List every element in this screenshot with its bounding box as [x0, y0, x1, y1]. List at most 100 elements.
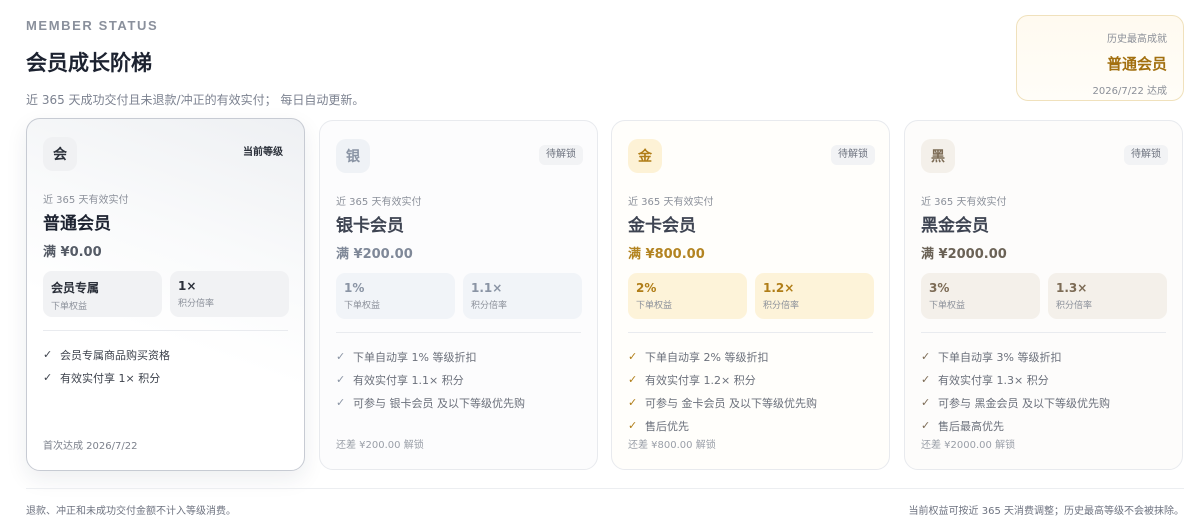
tier-name: 普通会员 [43, 214, 111, 234]
threshold-caption: 近 365 天有效实付 [921, 197, 1007, 208]
threshold-caption: 近 365 天有效实付 [336, 197, 422, 208]
stat-value: 3% [929, 281, 950, 295]
stat-value: 1.1× [471, 281, 503, 295]
perk-text: 售后最高优先 [938, 419, 1004, 433]
points-multiplier-stat: 1.2× 积分倍率 [755, 273, 874, 319]
footer-note-right: 当前权益可按近 365 天消费调整；历史最高等级不会被抹除。 [908, 506, 1184, 517]
threshold-caption: 近 365 天有效实付 [628, 197, 714, 208]
order-benefit-stat: 1% 下单权益 [336, 273, 455, 319]
order-benefit-stat: 3% 下单权益 [921, 273, 1040, 319]
page-header: MEMBER STATUS 会员成长阶梯 近 365 天成功交付且未退款/冲正的… [26, 18, 364, 108]
perk-text: 有效实付享 1.2× 积分 [645, 373, 756, 387]
check-icon: ✓ [628, 373, 638, 386]
stat-label: 下单权益 [929, 301, 966, 311]
points-multiplier-stat: 1.1× 积分倍率 [463, 273, 582, 319]
stat-label: 积分倍率 [178, 299, 215, 309]
status-badge: 待解锁 [1124, 145, 1168, 165]
perk-list: ✓ 下单自动享 2% 等级折扣 ✓ 有效实付享 1.2× 积分 ✓ 可参与 金卡会员 … [628, 345, 817, 437]
eyebrow-label: MEMBER STATUS [26, 18, 159, 33]
points-multiplier-stat: 1.3× 积分倍率 [1048, 273, 1167, 319]
tier-badge-icon: 会 [43, 137, 77, 171]
perk-item: ✓ 售后最高优先 [921, 414, 1110, 437]
check-icon: ✓ [921, 396, 931, 409]
page-subtitle: 近 365 天成功交付且未退款/冲正的有效实付； 每日自动更新。 [26, 93, 365, 107]
perk-item: ✓ 售后优先 [628, 414, 817, 437]
tier-badge-icon: 黑 [921, 139, 955, 173]
perk-text: 售后优先 [645, 419, 689, 433]
tier-threshold: 满 ¥200.00 [336, 247, 413, 262]
tier-card-black-gold[interactable]: 黑 待解锁 近 365 天有效实付 黑金会员 满 ¥2000.00 3% 下单权… [904, 120, 1183, 470]
best-achievement-date: 2026/7/22 达成 [1092, 86, 1167, 97]
check-icon: ✓ [43, 348, 53, 361]
check-icon: ✓ [336, 396, 346, 409]
footer-divider [26, 488, 1184, 489]
tier-name: 黑金会员 [921, 216, 989, 236]
stat-value: 会员专属 [51, 281, 100, 295]
perk-text: 可参与 银卡会员 及以下等级优先购 [353, 396, 525, 410]
stat-value: 1% [344, 281, 365, 295]
card-divider [921, 332, 1166, 333]
check-icon: ✓ [921, 350, 931, 363]
best-achievement-card: 历史最高成就 普通会员 2026/7/22 达成 [1016, 15, 1184, 101]
order-benefit-stat: 2% 下单权益 [628, 273, 747, 319]
perk-item: ✓ 会员专属商品购买资格 [43, 343, 170, 366]
stat-value: 1.2× [763, 281, 795, 295]
stat-label: 下单权益 [636, 301, 673, 311]
status-badge: 待解锁 [831, 145, 875, 165]
perk-item: ✓ 有效实付享 1.3× 积分 [921, 368, 1110, 391]
card-divider [43, 330, 288, 331]
perk-item: ✓ 有效实付享 1× 积分 [43, 366, 170, 389]
perk-text: 可参与 金卡会员 及以下等级优先购 [645, 396, 817, 410]
perk-text: 有效实付享 1.3× 积分 [938, 373, 1049, 387]
perk-list: ✓ 下单自动享 1% 等级折扣 ✓ 有效实付享 1.1× 积分 ✓ 可参与 银卡会员 … [336, 345, 525, 414]
perk-item: ✓ 下单自动享 2% 等级折扣 [628, 345, 817, 368]
page-title: 会员成长阶梯 [26, 51, 152, 75]
check-icon: ✓ [43, 371, 53, 384]
perk-text: 会员专属商品购买资格 [60, 348, 170, 362]
tier-card-regular[interactable]: 会 当前等级 近 365 天有效实付 普通会员 满 ¥0.00 会员专属 下单权… [26, 118, 305, 471]
perk-item: ✓ 可参与 黑金会员 及以下等级优先购 [921, 391, 1110, 414]
tier-name: 金卡会员 [628, 216, 696, 236]
tier-badge-icon: 金 [628, 139, 662, 173]
tier-name: 银卡会员 [336, 216, 404, 236]
threshold-caption: 近 365 天有效实付 [43, 195, 129, 206]
tier-card-gold[interactable]: 金 待解锁 近 365 天有效实付 金卡会员 满 ¥800.00 2% 下单权益… [611, 120, 890, 470]
tier-threshold: 满 ¥0.00 [43, 245, 102, 260]
tier-badge-icon: 银 [336, 139, 370, 173]
perk-item: ✓ 有效实付享 1.1× 积分 [336, 368, 525, 391]
card-footer: 还差 ¥2000.00 解锁 [921, 440, 1016, 451]
check-icon: ✓ [921, 373, 931, 386]
tier-card-silver[interactable]: 银 待解锁 近 365 天有效实付 银卡会员 满 ¥200.00 1% 下单权益… [319, 120, 598, 470]
stat-label: 下单权益 [344, 301, 381, 311]
tier-cards: 会 当前等级 近 365 天有效实付 普通会员 满 ¥0.00 会员专属 下单权… [26, 118, 1186, 472]
card-footer: 还差 ¥800.00 解锁 [628, 440, 716, 451]
card-footer: 首次达成 2026/7/22 [43, 441, 138, 452]
perk-text: 下单自动享 3% 等级折扣 [938, 350, 1062, 364]
check-icon: ✓ [336, 350, 346, 363]
order-benefit-stat: 会员专属 下单权益 [43, 271, 162, 317]
perk-list: ✓ 会员专属商品购买资格 ✓ 有效实付享 1× 积分 [43, 343, 170, 389]
perk-item: ✓ 可参与 金卡会员 及以下等级优先购 [628, 391, 817, 414]
best-achievement-tier: 普通会员 [1106, 55, 1167, 73]
check-icon: ✓ [628, 350, 638, 363]
perk-text: 下单自动享 2% 等级折扣 [645, 350, 769, 364]
best-achievement-label: 历史最高成就 [1107, 34, 1167, 45]
stat-value: 1.3× [1056, 281, 1088, 295]
points-multiplier-stat: 1× 积分倍率 [170, 271, 289, 317]
perk-list: ✓ 下单自动享 3% 等级折扣 ✓ 有效实付享 1.3× 积分 ✓ 可参与 黑金会员 … [921, 345, 1110, 437]
stat-value: 2% [636, 281, 657, 295]
perk-text: 有效实付享 1× 积分 [60, 371, 161, 385]
stat-label: 积分倍率 [1056, 301, 1093, 311]
stat-label: 积分倍率 [763, 301, 800, 311]
perk-item: ✓ 下单自动享 3% 等级折扣 [921, 345, 1110, 368]
tier-threshold: 满 ¥800.00 [628, 247, 705, 262]
card-divider [336, 332, 581, 333]
check-icon: ✓ [628, 419, 638, 432]
check-icon: ✓ [921, 419, 931, 432]
status-badge: 待解锁 [539, 145, 583, 165]
card-footer: 还差 ¥200.00 解锁 [336, 440, 424, 451]
perk-text: 有效实付享 1.1× 积分 [353, 373, 464, 387]
stat-label: 积分倍率 [471, 301, 508, 311]
check-icon: ✓ [628, 396, 638, 409]
stat-label: 下单权益 [51, 302, 88, 312]
